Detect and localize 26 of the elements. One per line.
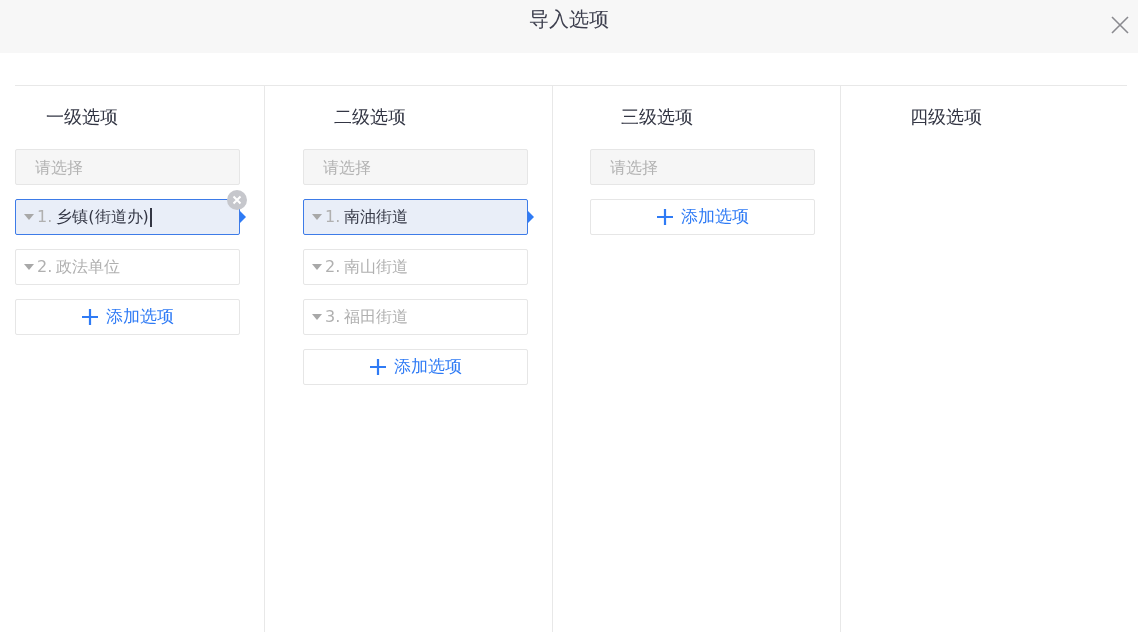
dialog-title: 导入选项 [529,6,609,31]
select-field[interactable]: 请选择 [303,149,528,185]
level-heading: 一级选项 [46,105,119,129]
add-option-button[interactable]: 添加选项 [15,299,240,335]
close-icon[interactable] [1110,15,1130,35]
option-item[interactable]: 2. 政法单位 [15,249,240,285]
plus-icon [656,209,673,225]
caret-icon [312,264,322,270]
option-item[interactable]: 1. 南油街道 [303,199,528,235]
option-item[interactable]: 3. 福田街道 [303,299,528,335]
remove-icon[interactable] [227,190,247,210]
level-heading: 四级选项 [910,105,983,129]
plus-icon [81,309,98,325]
level-heading: 二级选项 [334,105,407,129]
option-item[interactable]: 2. 南山街道 [303,249,528,285]
add-option-button[interactable]: 添加选项 [590,199,815,235]
level-heading: 三级选项 [621,105,694,129]
plus-icon [369,359,386,375]
add-option-button[interactable]: 添加选项 [303,349,528,385]
option-item[interactable]: 1. 乡镇(街道办) [15,199,240,235]
select-field[interactable]: 请选择 [590,149,815,185]
caret-icon [312,314,322,320]
select-field[interactable]: 请选择 [15,149,240,185]
caret-icon [24,214,34,220]
caret-icon [24,264,34,270]
caret-icon [312,214,322,220]
